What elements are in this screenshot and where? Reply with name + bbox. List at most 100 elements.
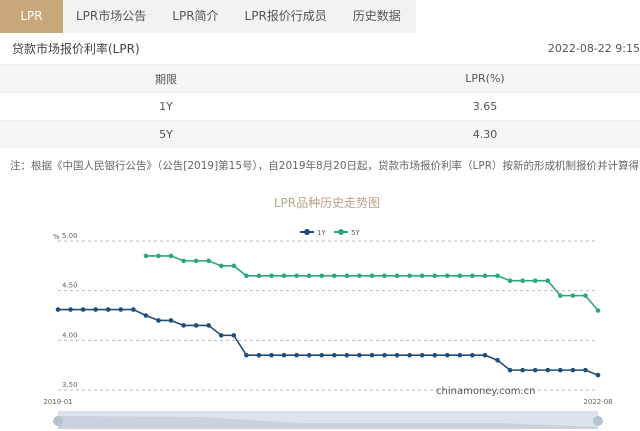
data-point-1Y[interactable] [445, 352, 450, 358]
data-point-5Y[interactable] [193, 258, 199, 264]
data-point-5Y[interactable] [331, 273, 337, 279]
tab-announcements[interactable]: LPR市场公告 [63, 0, 159, 33]
data-point-5Y[interactable] [143, 253, 149, 259]
data-point-5Y[interactable] [231, 263, 237, 269]
data-point-1Y[interactable] [319, 352, 325, 358]
tab-history[interactable]: 历史数据 [340, 0, 414, 33]
data-point-1Y[interactable] [306, 352, 312, 358]
data-point-1Y[interactable] [206, 323, 211, 328]
data-point-1Y[interactable] [143, 313, 149, 318]
table-header: 期限 LPR(%) [0, 64, 640, 92]
data-point-5Y[interactable] [256, 273, 262, 279]
data-point-5Y[interactable] [407, 273, 412, 279]
data-point-1Y[interactable] [558, 367, 563, 373]
data-point-5Y[interactable] [294, 273, 299, 279]
data-point-5Y[interactable] [181, 258, 186, 264]
tab-bar: LPR LPR市场公告 LPR简介 LPR报价行成员 历史数据 [0, 0, 416, 33]
tab-intro[interactable]: LPR简介 [159, 0, 231, 33]
data-point-5Y[interactable] [394, 273, 400, 279]
legend-5y-marker [338, 229, 344, 235]
data-point-5Y[interactable] [445, 273, 450, 279]
data-point-1Y[interactable] [432, 352, 438, 358]
data-point-5Y[interactable] [206, 258, 211, 264]
data-point-1Y[interactable] [520, 367, 525, 373]
data-point-5Y[interactable] [470, 273, 475, 279]
datazoom-right-handle[interactable] [593, 416, 603, 426]
term: 1Y [159, 100, 173, 113]
data-point-1Y[interactable] [482, 352, 488, 358]
data-point-1Y[interactable] [495, 357, 500, 363]
data-point-5Y[interactable] [156, 253, 161, 259]
data-point-1Y[interactable] [457, 352, 463, 358]
data-point-5Y[interactable] [482, 273, 488, 279]
data-point-5Y[interactable] [545, 278, 551, 284]
data-point-5Y[interactable] [382, 273, 387, 279]
datazoom-slider[interactable] [53, 411, 603, 429]
watermark: chinamoney.com.cn [436, 386, 535, 397]
data-point-1Y[interactable] [181, 323, 186, 328]
data-point-5Y[interactable] [218, 263, 224, 269]
data-point-1Y[interactable] [344, 352, 350, 358]
data-point-5Y[interactable] [432, 273, 438, 279]
data-point-5Y[interactable] [532, 278, 538, 284]
data-point-5Y[interactable] [319, 273, 325, 279]
x-tick-end: 2022-08 [583, 398, 612, 406]
data-point-1Y[interactable] [244, 352, 249, 358]
data-point-5Y[interactable] [495, 273, 500, 279]
data-point-1Y[interactable] [55, 307, 61, 312]
data-point-1Y[interactable] [369, 352, 375, 358]
tab-lpr[interactable]: LPR [0, 0, 63, 33]
data-point-1Y[interactable] [507, 367, 513, 373]
legend[interactable]: 1Y 5Y [300, 229, 360, 237]
data-point-1Y[interactable] [105, 307, 111, 312]
data-point-5Y[interactable] [457, 273, 463, 279]
data-point-5Y[interactable] [306, 273, 312, 279]
data-point-1Y[interactable] [93, 307, 98, 312]
data-point-1Y[interactable] [269, 352, 274, 358]
data-point-5Y[interactable] [558, 293, 563, 298]
data-point-1Y[interactable] [80, 307, 86, 312]
data-point-5Y[interactable] [244, 273, 249, 279]
data-point-5Y[interactable] [369, 273, 375, 279]
data-point-5Y[interactable] [520, 278, 525, 284]
data-point-5Y[interactable] [168, 253, 174, 259]
data-point-5Y[interactable] [583, 293, 588, 298]
data-point-1Y[interactable] [281, 352, 287, 358]
data-point-1Y[interactable] [218, 333, 224, 338]
data-point-1Y[interactable] [382, 352, 387, 358]
data-point-5Y[interactable] [357, 273, 362, 279]
data-point-1Y[interactable] [583, 367, 588, 373]
data-point-1Y[interactable] [545, 367, 551, 373]
data-point-1Y[interactable] [131, 307, 136, 312]
data-point-5Y[interactable] [344, 273, 350, 279]
data-point-1Y[interactable] [331, 352, 337, 358]
data-point-1Y[interactable] [532, 367, 538, 373]
data-point-5Y[interactable] [507, 278, 513, 284]
datazoom-left-handle[interactable] [53, 416, 63, 426]
data-point-1Y[interactable] [394, 352, 400, 358]
data-point-5Y[interactable] [269, 273, 274, 279]
data-point-1Y[interactable] [407, 352, 412, 358]
data-point-1Y[interactable] [470, 352, 475, 358]
data-point-1Y[interactable] [419, 352, 425, 358]
data-point-1Y[interactable] [256, 352, 262, 358]
data-point-1Y[interactable] [294, 352, 299, 358]
legend-1y[interactable]: 1Y [317, 229, 326, 237]
legend-1y-marker [304, 229, 310, 235]
data-point-1Y[interactable] [357, 352, 362, 358]
data-point-1Y[interactable] [118, 307, 124, 312]
data-point-1Y[interactable] [193, 323, 199, 328]
data-point-1Y[interactable] [570, 367, 576, 373]
data-point-5Y[interactable] [570, 293, 576, 298]
data-point-1Y[interactable] [156, 318, 161, 323]
data-point-5Y[interactable] [595, 308, 601, 313]
data-point-1Y[interactable] [168, 318, 174, 323]
data-point-1Y[interactable] [231, 333, 237, 338]
series-line-1Y [58, 308, 599, 376]
data-point-5Y[interactable] [281, 273, 287, 279]
data-point-5Y[interactable] [419, 273, 425, 279]
data-point-1Y[interactable] [595, 372, 601, 378]
tab-members[interactable]: LPR报价行成员 [232, 0, 340, 33]
data-point-1Y[interactable] [68, 307, 73, 312]
legend-5y[interactable]: 5Y [351, 229, 360, 237]
